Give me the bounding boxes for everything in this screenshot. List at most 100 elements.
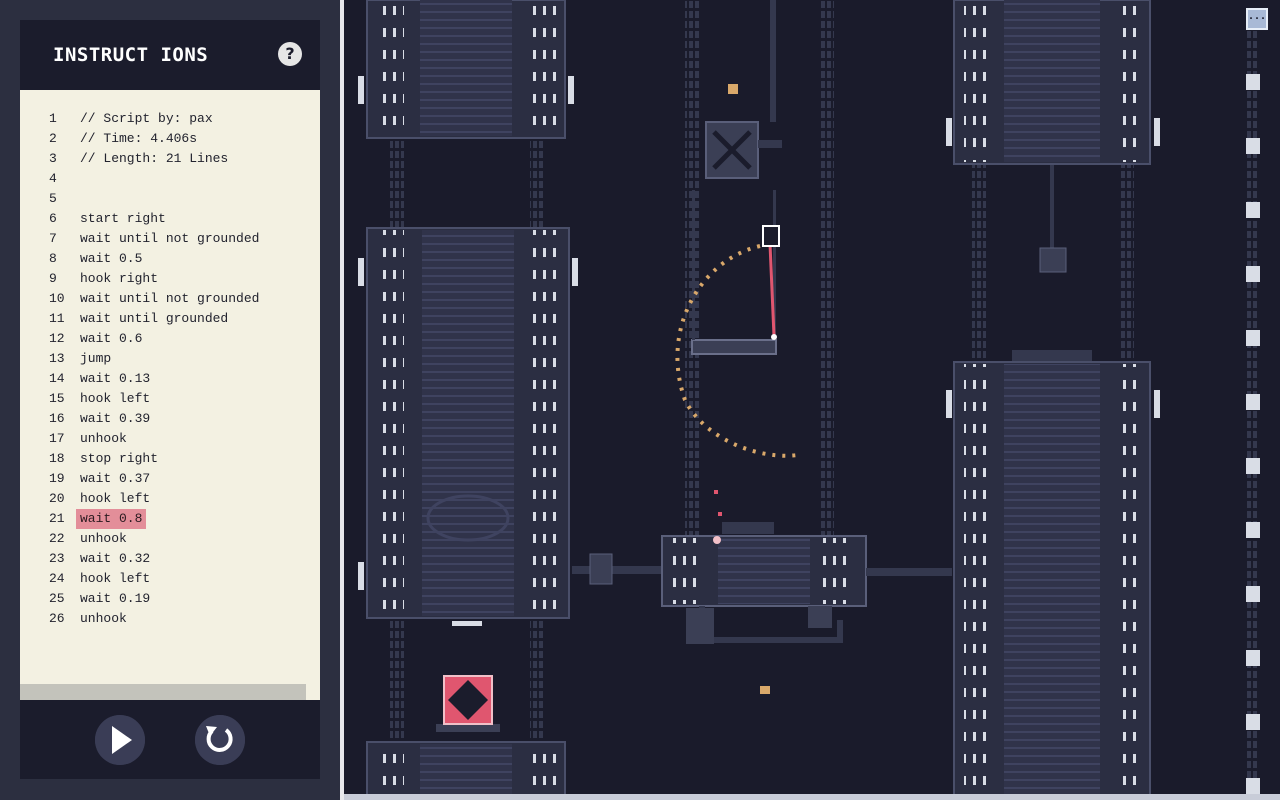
line-text: // Time: 4.406s — [80, 131, 198, 146]
line-number: 25 — [49, 591, 65, 606]
line-number: 9 — [49, 271, 57, 286]
line-number: 19 — [49, 471, 65, 486]
instructions-panel: INSTRUCT IONS ? 1 // Script by: pax 2 // Ti… — [0, 0, 340, 800]
script-line[interactable]: 24 hook left — [20, 569, 320, 589]
line-number: 18 — [49, 451, 65, 466]
line-number: 26 — [49, 611, 65, 626]
line-number: 20 — [49, 491, 65, 506]
script-line[interactable]: 10 wait until not grounded — [20, 289, 320, 309]
line-text: wait 0.6 — [80, 331, 143, 346]
script-line[interactable]: 13 jump — [20, 349, 320, 369]
script-line[interactable]: 19 wait 0.37 — [20, 469, 320, 489]
line-text: wait 0.5 — [80, 251, 143, 266]
center-platform — [572, 490, 952, 644]
panel-title: INSTRUCT IONS — [53, 44, 209, 66]
line-text: wait until grounded — [80, 311, 229, 326]
line-text: wait 0.13 — [80, 371, 151, 386]
right-chain-2 — [1120, 165, 1134, 365]
script-line[interactable]: 22 unhook — [20, 529, 320, 549]
play-button[interactable] — [95, 715, 145, 765]
instructions-header: INSTRUCT IONS ? — [20, 20, 320, 90]
script-line[interactable]: 14 wait 0.13 — [20, 369, 320, 389]
script-line[interactable]: 16 wait 0.39 — [20, 409, 320, 429]
line-text: wait until not grounded — [80, 231, 260, 246]
line-text: start right — [80, 211, 166, 226]
level-scene — [344, 0, 1280, 800]
script-editor[interactable]: 1 // Script by: pax 2 // Time: 4.406s 3 // Le… — [20, 90, 320, 700]
line-number: 4 — [49, 171, 57, 186]
script-line[interactable]: 11 wait until grounded — [20, 309, 320, 329]
line-number: 3 — [49, 151, 57, 166]
menu-button[interactable]: ... — [1246, 8, 1268, 30]
left-chain-bottom — [390, 620, 404, 745]
script-line[interactable]: 21 wait 0.8 — [20, 509, 320, 529]
script-line[interactable]: 7 wait until not grounded — [20, 229, 320, 249]
script-line[interactable]: 25 wait 0.19 — [20, 589, 320, 609]
script-line[interactable]: 15 hook left — [20, 389, 320, 409]
app-window: INSTRUCT IONS ? 1 // Script by: pax 2 // Ti… — [0, 0, 1280, 800]
script-line[interactable]: 17 unhook — [20, 429, 320, 449]
script-line[interactable]: 20 hook left — [20, 489, 320, 509]
left-chain-top — [390, 140, 404, 230]
target-block — [436, 675, 500, 732]
script-line[interactable]: 8 wait 0.5 — [20, 249, 320, 269]
line-text: wait until not grounded — [80, 291, 260, 306]
line-text: wait 0.39 — [80, 411, 151, 426]
line-number: 23 — [49, 551, 65, 566]
left-tower-middle — [366, 227, 570, 619]
line-number: 12 — [49, 331, 65, 346]
help-button[interactable]: ? — [278, 42, 302, 66]
line-number: 15 — [49, 391, 65, 406]
play-icon — [95, 715, 145, 765]
script-line[interactable]: 18 stop right — [20, 449, 320, 469]
script-line[interactable]: 6 start right — [20, 209, 320, 229]
line-text: hook left — [80, 571, 151, 586]
reset-icon — [195, 715, 245, 765]
script-line[interactable]: 23 wait 0.32 — [20, 549, 320, 569]
right-tower-bottom — [953, 350, 1151, 800]
line-text: hook left — [80, 491, 151, 506]
line-text: wait 0.8 — [76, 509, 147, 529]
line-number: 22 — [49, 531, 65, 546]
line-number: 17 — [49, 431, 65, 446]
script-line[interactable]: 2 // Time: 4.406s — [20, 129, 320, 149]
line-number: 14 — [49, 371, 65, 386]
line-text: unhook — [80, 531, 127, 546]
line-text: wait 0.19 — [80, 591, 151, 606]
script-line[interactable]: 4 — [20, 169, 320, 189]
line-text: jump — [80, 351, 112, 366]
right-tower-top — [953, 0, 1151, 165]
script-line[interactable]: 1 // Script by: pax — [20, 109, 320, 129]
script-line[interactable]: 5 — [20, 189, 320, 209]
left-chain-top-2 — [530, 140, 544, 230]
script-line[interactable]: 26 unhook — [20, 609, 320, 629]
line-number: 5 — [49, 191, 57, 206]
line-number: 1 — [49, 111, 57, 126]
line-number: 24 — [49, 571, 65, 586]
script-line[interactable]: 3 // Length: 21 Lines — [20, 149, 320, 169]
script-line[interactable]: 9 hook right — [20, 269, 320, 289]
line-text: hook left — [80, 391, 151, 406]
left-tower-bottom — [366, 741, 566, 800]
line-text: // Length: 21 Lines — [80, 151, 229, 166]
center-chain-right — [820, 0, 834, 540]
left-chain-bottom-2 — [530, 620, 544, 745]
line-number: 10 — [49, 291, 65, 306]
floor-spikes — [344, 794, 1280, 800]
script-lines: 1 // Script by: pax 2 // Time: 4.406s 3 // Le… — [20, 109, 320, 629]
script-line[interactable]: 12 wait 0.6 — [20, 329, 320, 349]
game-viewport: ... — [340, 0, 1280, 800]
left-tower-top — [366, 0, 566, 139]
reset-button[interactable] — [195, 715, 245, 765]
line-text: unhook — [80, 611, 127, 626]
line-number: 2 — [49, 131, 57, 146]
line-number: 13 — [49, 351, 65, 366]
line-text: wait 0.32 — [80, 551, 151, 566]
line-number: 21 — [49, 511, 65, 526]
line-number: 6 — [49, 211, 57, 226]
center-x-crate — [705, 0, 782, 179]
line-number: 7 — [49, 231, 57, 246]
line-number: 11 — [49, 311, 65, 326]
line-text: // Script by: pax — [80, 111, 213, 126]
editor-horizontal-scrollbar[interactable] — [20, 684, 306, 700]
